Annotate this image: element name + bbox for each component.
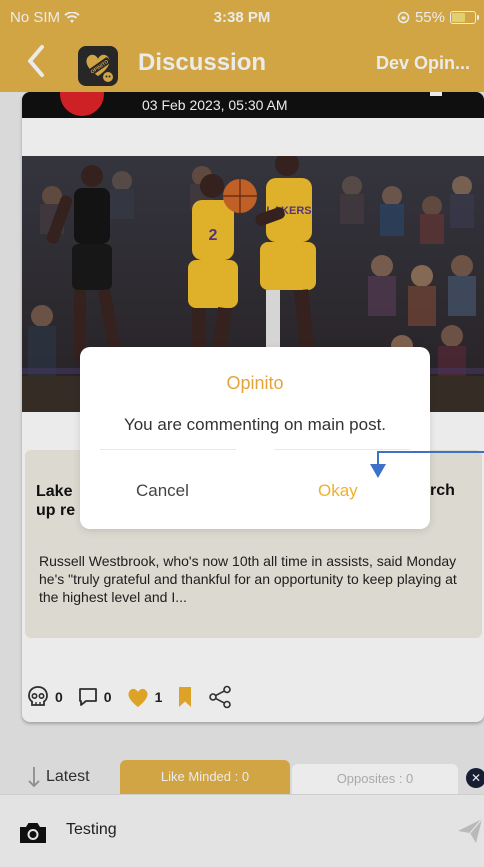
okay-button[interactable]: Okay — [318, 481, 358, 501]
orientation-lock-icon — [397, 11, 410, 24]
discussion-topic-link[interactable]: Dev Opin... — [376, 53, 470, 74]
skull-count: 0 — [55, 689, 63, 705]
dialog-divider — [100, 449, 236, 450]
avatar[interactable] — [60, 92, 104, 116]
tab-latest[interactable]: Latest — [28, 766, 90, 788]
comment-button[interactable]: 0 — [77, 686, 112, 708]
navbar: OPINITO Discussion Dev Opin... — [0, 36, 484, 92]
status-bar: No SIM 3:38 PM 55% — [0, 0, 484, 36]
camera-button[interactable] — [18, 821, 48, 850]
article-body: Russell Westbrook, who's now 10th all ti… — [39, 553, 457, 605]
post-header: 03 Feb 2023, 05:30 AM — [22, 92, 484, 118]
post-menu-icon[interactable] — [430, 92, 442, 96]
heart-reaction-button[interactable]: 1 — [126, 686, 163, 708]
share-icon — [209, 685, 232, 709]
battery-percent: 55% — [414, 9, 445, 26]
comment-confirm-dialog: Opinito You are commenting on main post.… — [80, 347, 430, 529]
back-button[interactable] — [26, 44, 46, 84]
dialog-title: Opinito — [226, 373, 284, 393]
app-logo: OPINITO — [78, 46, 118, 86]
cancel-button[interactable]: Cancel — [136, 481, 189, 501]
heart-icon — [128, 688, 148, 707]
tab-like-minded[interactable]: Like Minded : 0 — [120, 760, 290, 794]
battery-icon — [450, 11, 479, 24]
bookmark-button[interactable] — [176, 685, 194, 709]
comment-icon — [78, 688, 97, 706]
send-icon — [458, 818, 483, 843]
skull-icon — [28, 686, 48, 706]
tab-latest-label: Latest — [46, 768, 90, 785]
share-button[interactable] — [208, 685, 232, 709]
chevron-left-icon — [28, 45, 44, 77]
dialog-divider — [274, 449, 410, 450]
comment-input[interactable]: Testing — [66, 821, 117, 839]
skull-reaction-button[interactable]: 0 — [26, 685, 63, 709]
article-title-left-fragment: Lake up re — [36, 483, 76, 519]
post-actions: 0 0 1 — [26, 682, 232, 712]
comment-composer: Testing — [0, 794, 484, 867]
camera-icon — [20, 823, 46, 843]
bookmark-icon — [179, 687, 192, 707]
post-date: 03 Feb 2023, 05:30 AM — [142, 97, 288, 113]
article-title-right-fragment: rch — [430, 482, 455, 499]
heart-count: 1 — [154, 689, 163, 705]
send-button[interactable] — [456, 817, 484, 850]
arrow-down-icon — [28, 767, 40, 788]
close-icon[interactable]: ✕ — [466, 768, 484, 788]
comment-count: 0 — [103, 689, 112, 705]
comment-tabs: Latest Like Minded : 0 Opposites : 0 ✕ — [0, 760, 484, 794]
dialog-message: You are commenting on main post. — [123, 415, 387, 434]
svg-text:2: 2 — [209, 227, 218, 244]
tab-opposites[interactable]: Opposites : 0 — [292, 764, 458, 794]
page-title: Discussion — [138, 49, 267, 76]
